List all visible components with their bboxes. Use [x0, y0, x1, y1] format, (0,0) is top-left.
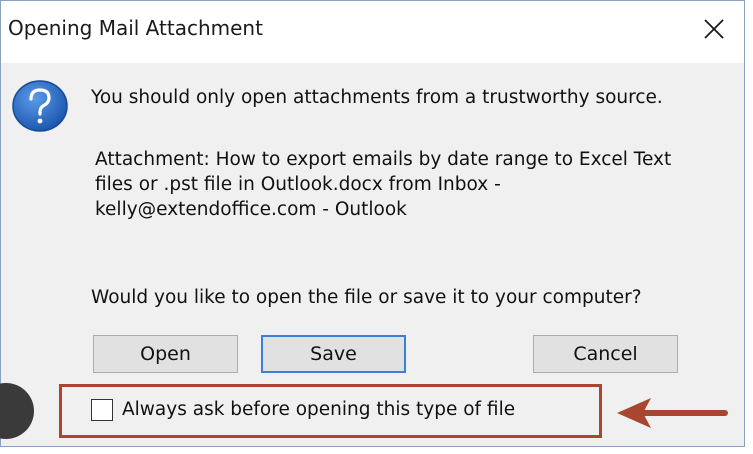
dialog-window: Opening Mail Attachment You should only …: [0, 0, 745, 447]
left-arrow-icon: [613, 393, 729, 433]
screenshot-stage: Opening Mail Attachment You should only …: [0, 0, 753, 454]
title-bar: Opening Mail Attachment: [1, 1, 744, 63]
attachment-line: Attachment: How to export emails by date…: [95, 149, 672, 170]
attachment-details: Attachment: How to export emails by date…: [95, 147, 671, 222]
open-button[interactable]: Open: [93, 335, 238, 373]
question-icon: [9, 79, 69, 133]
close-button[interactable]: [684, 1, 744, 61]
prompt-question: Would you like to open the file or save …: [91, 287, 642, 308]
close-icon: [704, 19, 724, 39]
cancel-button[interactable]: Cancel: [533, 335, 678, 373]
save-button[interactable]: Save: [261, 335, 406, 373]
always-ask-checkbox[interactable]: [91, 399, 113, 421]
attachment-line: kelly@extendoffice.com - Outlook: [95, 199, 407, 220]
attachment-line: files or .pst file in Outlook.docx from …: [95, 174, 501, 195]
dialog-title: Opening Mail Attachment: [8, 16, 263, 40]
warning-message: You should only open attachments from a …: [91, 87, 663, 108]
always-ask-label[interactable]: Always ask before opening this type of f…: [122, 399, 515, 420]
